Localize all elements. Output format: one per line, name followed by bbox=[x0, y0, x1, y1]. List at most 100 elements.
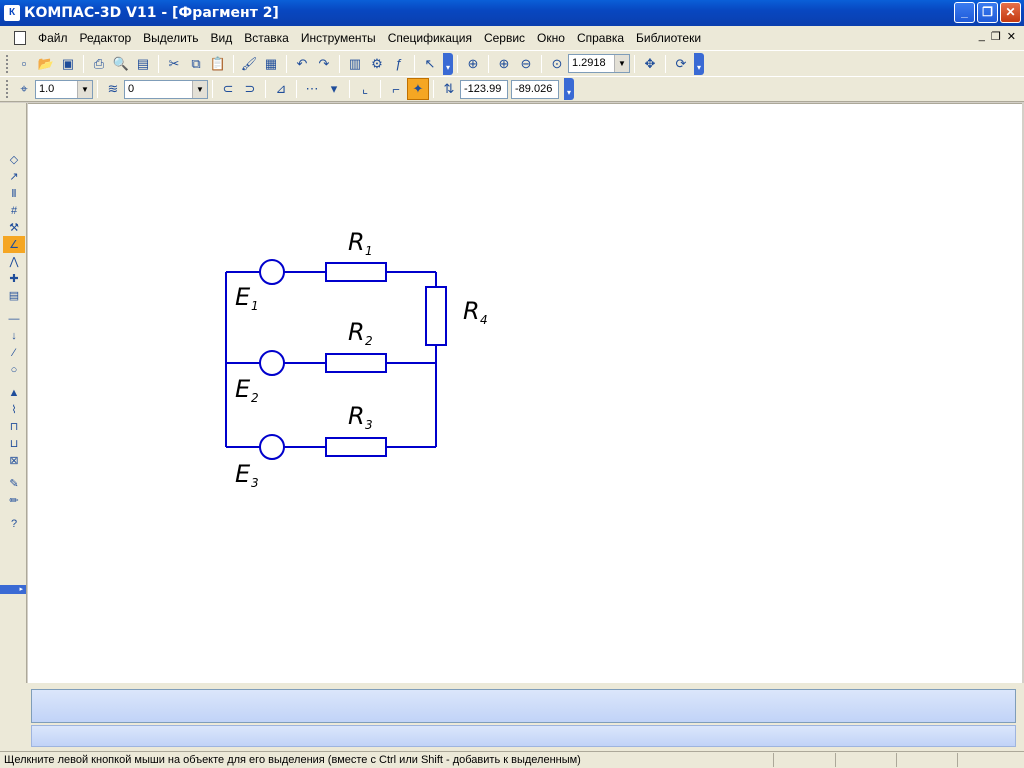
spec-tools-icon[interactable]: ✚ bbox=[3, 270, 25, 287]
menu-help[interactable]: Справка bbox=[571, 31, 630, 45]
menu-bar: Файл Редактор Выделить Вид Вставка Инстр… bbox=[0, 26, 1024, 50]
chamfer-tool-icon[interactable]: ⌇ bbox=[3, 401, 25, 418]
edit-tools-icon[interactable]: # bbox=[3, 202, 25, 219]
line-tool-icon[interactable]: — bbox=[3, 310, 25, 327]
redo-icon[interactable]: ↷ bbox=[313, 53, 335, 75]
property-panel-tabs[interactable] bbox=[31, 725, 1016, 747]
refresh-icon[interactable]: ⟳ bbox=[670, 53, 692, 75]
designations-icon[interactable]: Ⅱ bbox=[3, 185, 25, 202]
chevron-down-icon[interactable]: ▼ bbox=[77, 80, 92, 98]
snap-local-icon[interactable]: ⊃ bbox=[239, 78, 261, 100]
drawing-canvas[interactable]: R 1 R 2 R 3 R 4 E 1 E 2 E 3 bbox=[28, 103, 1022, 683]
mdi-minimize-button[interactable]: _ bbox=[979, 30, 985, 43]
dimensions-icon[interactable]: ↗ bbox=[3, 168, 25, 185]
zoom-in-icon[interactable]: ⊕ bbox=[493, 53, 515, 75]
ortho-mode-icon[interactable]: ⌐ bbox=[385, 78, 407, 100]
geometry-tools-icon[interactable]: ◇ bbox=[3, 151, 25, 168]
select-tools-icon[interactable]: ⋀ bbox=[3, 253, 25, 270]
new-document-icon[interactable]: ▫ bbox=[13, 53, 35, 75]
zoom-window-icon[interactable]: ⊕ bbox=[462, 53, 484, 75]
mdi-restore-button[interactable]: ❐ bbox=[991, 30, 1001, 43]
resistor-r2 bbox=[325, 353, 387, 373]
coord-x-field[interactable]: -123.99 bbox=[460, 79, 508, 99]
grid-icon[interactable]: ⋯ bbox=[301, 78, 323, 100]
manager-icon[interactable]: ▥ bbox=[344, 53, 366, 75]
menu-service[interactable]: Сервис bbox=[478, 31, 531, 45]
source-e3 bbox=[259, 434, 285, 460]
toolbar-options-icon[interactable]: ▾ bbox=[694, 52, 704, 75]
menu-file[interactable]: Файл bbox=[32, 31, 74, 45]
ortho-icon[interactable]: ⊿ bbox=[270, 78, 292, 100]
app-logo-icon: К bbox=[4, 5, 20, 21]
variables-fx-icon[interactable]: ƒ bbox=[388, 53, 410, 75]
menu-view[interactable]: Вид bbox=[205, 31, 239, 45]
properties-icon[interactable]: ▦ bbox=[260, 53, 282, 75]
chevron-down-icon[interactable]: ▼ bbox=[614, 55, 629, 72]
status-divider bbox=[957, 753, 959, 767]
help-pointer-icon[interactable]: ↖ bbox=[419, 53, 441, 75]
zoom-all-icon[interactable]: ⊙ bbox=[546, 53, 568, 75]
step-combo[interactable]: 1.0 ▼ bbox=[35, 79, 93, 99]
save-icon[interactable]: ▣ bbox=[57, 53, 79, 75]
preview-icon[interactable]: ▤ bbox=[132, 53, 154, 75]
toolbar-grip[interactable] bbox=[6, 80, 9, 98]
round-mode-icon[interactable]: ✦ bbox=[407, 78, 429, 100]
chevron-down-icon[interactable]: ▼ bbox=[192, 80, 207, 98]
point-tool-icon[interactable]: ↓ bbox=[3, 327, 25, 344]
status-divider bbox=[773, 753, 775, 767]
hatch-tool-icon[interactable]: ⊠ bbox=[3, 452, 25, 469]
format-brush-icon[interactable]: 🖌 bbox=[238, 53, 260, 75]
fillet-tool-icon[interactable]: ▲ bbox=[3, 384, 25, 401]
measure-tools-icon[interactable]: ∠ bbox=[3, 236, 25, 253]
circle-tool-icon[interactable]: ○ bbox=[3, 361, 25, 378]
document-icon[interactable] bbox=[14, 31, 26, 45]
pan-icon[interactable]: ✥ bbox=[639, 53, 661, 75]
menu-editor[interactable]: Редактор bbox=[74, 31, 138, 45]
label-e3-sub: 3 bbox=[251, 476, 259, 490]
print-preview-icon[interactable]: 🔍 bbox=[110, 53, 132, 75]
coord-y-field[interactable]: -89.026 bbox=[511, 79, 559, 99]
toolbar-expand-icon[interactable]: ▸ bbox=[0, 585, 26, 594]
mdi-close-button[interactable]: ✕ bbox=[1007, 30, 1016, 43]
property-panel[interactable] bbox=[31, 689, 1016, 723]
window-title: КОМПАС-3D V11 - [Фрагмент 2] bbox=[24, 5, 279, 21]
toolbar-options-icon[interactable]: ▾ bbox=[564, 78, 574, 100]
segment-tool-icon[interactable]: ⁄ bbox=[3, 344, 25, 361]
close-button[interactable]: ✕ bbox=[1000, 2, 1021, 23]
spline-tool-icon[interactable]: ✎ bbox=[3, 475, 25, 492]
menu-window[interactable]: Окно bbox=[531, 31, 571, 45]
layer-combo[interactable]: 0 ▼ bbox=[124, 79, 208, 99]
minimize-button[interactable]: _ bbox=[954, 2, 975, 23]
menu-specification[interactable]: Спецификация bbox=[382, 31, 478, 45]
circuit-schematic: R 1 R 2 R 3 R 4 E 1 E 2 E 3 bbox=[225, 228, 488, 490]
rectangle-tool-icon[interactable]: ⊓ bbox=[3, 418, 25, 435]
local-cs-icon[interactable]: ⌞ bbox=[354, 78, 376, 100]
cut-icon[interactable]: ✂ bbox=[163, 53, 185, 75]
menu-tools[interactable]: Инструменты bbox=[295, 31, 382, 45]
layers-icon[interactable]: ≋ bbox=[102, 78, 124, 100]
label-r3-sub: 3 bbox=[365, 418, 373, 432]
toolbar-options-icon[interactable]: ▾ bbox=[443, 52, 453, 75]
menu-insert[interactable]: Вставка bbox=[238, 31, 295, 45]
paste-icon[interactable]: 📋 bbox=[207, 53, 229, 75]
zoom-value: 1.2918 bbox=[572, 57, 606, 69]
zoom-combo[interactable]: 1.2918 ▼ bbox=[568, 54, 630, 73]
grid-dropdown-icon[interactable]: ▾ bbox=[323, 78, 345, 100]
snap-magnet-icon[interactable]: ⊂ bbox=[217, 78, 239, 100]
maximize-button[interactable]: ❐ bbox=[977, 2, 998, 23]
polygon-tool-icon[interactable]: ⊔ bbox=[3, 435, 25, 452]
menu-libraries[interactable]: Библиотеки bbox=[630, 31, 707, 45]
cursor-step-icon[interactable]: ⌖ bbox=[13, 78, 35, 100]
print-icon[interactable]: ⎙ bbox=[88, 53, 110, 75]
reports-icon[interactable]: ▤ bbox=[3, 287, 25, 304]
parametrization-icon[interactable]: ⚒ bbox=[3, 219, 25, 236]
copy-icon[interactable]: ⧉ bbox=[185, 53, 207, 75]
open-icon[interactable]: 📂 bbox=[35, 53, 57, 75]
zoom-out-icon[interactable]: ⊖ bbox=[515, 53, 537, 75]
library-icon[interactable]: ⚙ bbox=[366, 53, 388, 75]
help-icon[interactable]: ? bbox=[3, 515, 25, 532]
toolbar-grip[interactable] bbox=[6, 54, 9, 73]
menu-select[interactable]: Выделить bbox=[137, 31, 204, 45]
equidistant-tool-icon[interactable]: ✏ bbox=[3, 492, 25, 509]
undo-icon[interactable]: ↶ bbox=[291, 53, 313, 75]
